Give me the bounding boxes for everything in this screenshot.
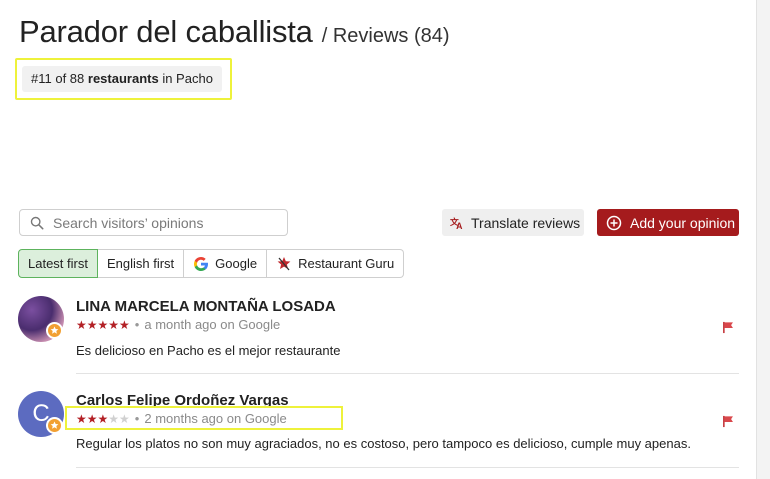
search-icon [30, 216, 44, 229]
translate-icon: 文 A [450, 216, 463, 230]
restaurant-guru-icon [277, 256, 291, 270]
local-guide-badge-icon [46, 417, 63, 434]
filter-label: English first [106, 256, 175, 271]
filter-label: Restaurant Guru [298, 256, 395, 271]
search-input[interactable] [53, 214, 273, 231]
review-meta: ★★★★★ • a month ago on Google [76, 317, 280, 332]
reviews-count-subtitle: / Reviews (84) [321, 25, 450, 47]
reviewer-name[interactable]: LINA MARCELA MONTAÑA LOSADA [76, 298, 336, 315]
search-box[interactable] [19, 209, 288, 236]
meta-highlight-box [65, 406, 343, 430]
filter-latest-first[interactable]: Latest first [18, 249, 98, 278]
star-rating: ★★★★★ [76, 318, 130, 332]
filter-google[interactable]: Google [184, 249, 268, 278]
translate-reviews-label: Translate reviews [471, 214, 581, 231]
review-item: C Carlos Felipe Ordoñez Vargas ★★★★★ • 2… [18, 391, 739, 469]
separator-dot: • [134, 317, 140, 332]
sort-filter-tabs: Latest first English first Google Restau… [18, 249, 405, 278]
page-header: Parador del caballista / Reviews (84) [19, 14, 450, 50]
filter-restaurant-guru[interactable]: Restaurant Guru [267, 249, 405, 278]
ranking-badge[interactable]: #11 of 88 restaurants in Pacho [22, 66, 222, 92]
filter-english-first[interactable]: English first [97, 249, 185, 278]
review-text: Regular los platos no son muy agraciados… [76, 436, 691, 451]
local-guide-badge-icon [46, 322, 63, 339]
review-divider [76, 373, 739, 374]
right-scroll-rail [756, 0, 770, 479]
review-text: Es delicioso en Pacho es el mejor restau… [76, 343, 341, 358]
svg-text:A: A [456, 221, 463, 230]
filter-label: Google [215, 256, 258, 271]
plus-circle-icon [606, 215, 622, 230]
filter-label: Latest first [28, 256, 88, 271]
rank-position: #11 of 88 [31, 71, 85, 86]
stars-filled: ★★★★★ [76, 317, 130, 332]
add-opinion-button[interactable]: Add your opinion [597, 209, 739, 236]
google-icon [194, 256, 209, 271]
review-item: LINA MARCELA MONTAÑA LOSADA ★★★★★ • a mo… [18, 296, 739, 374]
flag-icon[interactable] [722, 321, 735, 334]
rank-location: in Pacho [162, 71, 213, 86]
review-divider [76, 467, 739, 468]
translate-reviews-button[interactable]: 文 A Translate reviews [442, 209, 584, 236]
flag-icon[interactable] [722, 415, 735, 428]
add-opinion-label: Add your opinion [630, 214, 736, 231]
page-title: Parador del caballista [19, 14, 313, 49]
rank-category: restaurants [87, 71, 159, 86]
review-time: a month ago on Google [144, 317, 281, 332]
